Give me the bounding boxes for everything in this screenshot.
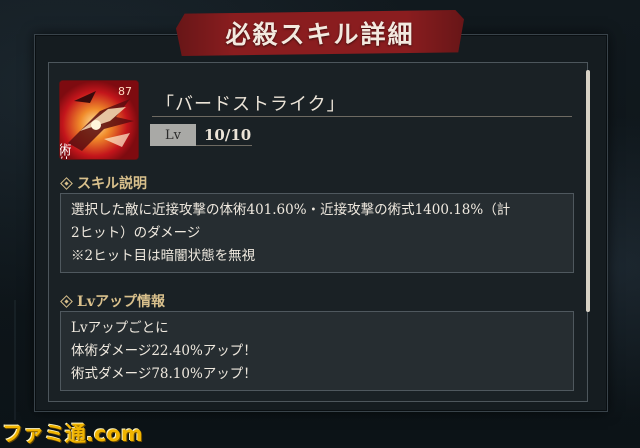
description-box: 選択した敵に近接攻撃の体術401.60%・近接攻撃の術式1400.18%（計 2… bbox=[60, 193, 574, 273]
levelup-line: 術式ダメージ78.10%アップ！ bbox=[71, 366, 257, 382]
bird-strike-art-icon: 87 術体 bbox=[60, 81, 138, 159]
level-label: Lv bbox=[150, 124, 196, 146]
levelup-line: Lvアップごとに bbox=[71, 320, 169, 336]
level-value: 10/10 bbox=[204, 126, 252, 144]
skill-icon: 87 術体 bbox=[59, 80, 139, 160]
background-scratch bbox=[14, 300, 16, 420]
levelup-heading-text: Lvアップ情報 bbox=[77, 294, 165, 310]
icon-number: 87 bbox=[118, 85, 132, 98]
description-line: 選択した敵に近接攻撃の体術401.60%・近接攻撃の術式1400.18%（計 bbox=[71, 202, 511, 218]
levelup-box: Lvアップごとに 体術ダメージ22.40%アップ！ 術式ダメージ78.10%アッ… bbox=[60, 311, 574, 391]
description-heading-text: スキル説明 bbox=[77, 176, 147, 192]
watermark-logo: ファミ通.com bbox=[2, 422, 143, 446]
description-heading: スキル説明 bbox=[61, 173, 147, 193]
description-line: 2ヒット）のダメージ bbox=[71, 225, 201, 241]
diamond-bullet-icon bbox=[61, 296, 71, 306]
description-line: ※2ヒット目は暗闇状態を無視 bbox=[71, 248, 256, 264]
levelup-line: 体術ダメージ22.40%アップ！ bbox=[71, 343, 257, 359]
dialog-title: 必殺スキル詳細 bbox=[225, 20, 415, 49]
skill-name: 「バードストライク」 bbox=[156, 94, 346, 115]
icon-type-label: 術体 bbox=[60, 143, 71, 159]
scrollbar[interactable] bbox=[586, 70, 590, 312]
level-underline bbox=[196, 145, 252, 146]
diamond-bullet-icon bbox=[61, 178, 71, 188]
skill-name-underline bbox=[152, 116, 572, 117]
levelup-heading: Lvアップ情報 bbox=[61, 291, 165, 311]
title-banner: 必殺スキル詳細 bbox=[176, 10, 464, 56]
